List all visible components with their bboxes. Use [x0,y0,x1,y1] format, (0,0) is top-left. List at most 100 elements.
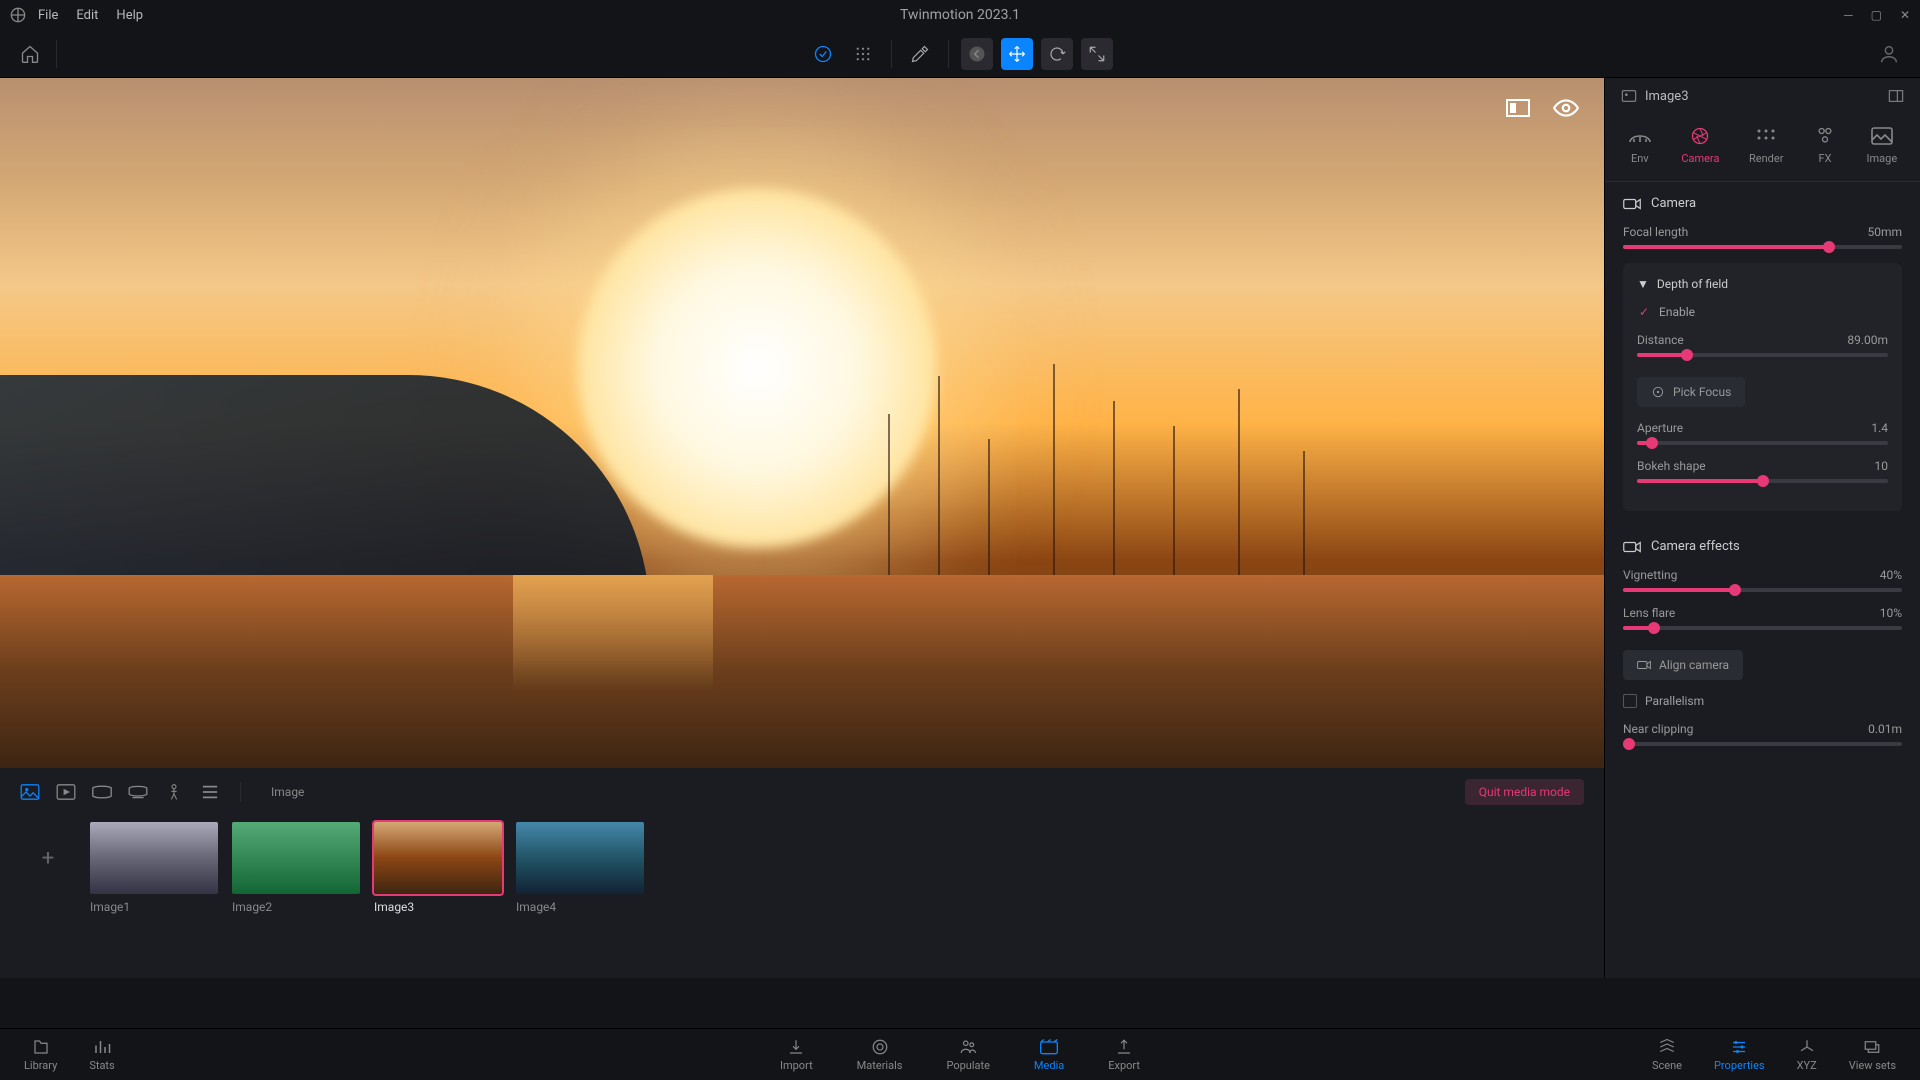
tab-image[interactable]: Image [1867,126,1898,165]
populate-icon [958,1038,978,1056]
thumbnail-label: Image2 [232,900,360,914]
thumbnail-label: Image1 [90,900,218,914]
minimize-icon[interactable]: ─ [1844,8,1853,22]
thumbnail-image4[interactable]: Image4 [516,822,644,914]
properties-title: Image3 [1645,89,1880,104]
video-media-icon[interactable] [56,784,76,800]
list-media-icon[interactable] [200,784,220,800]
presenter-media-icon[interactable] [164,784,184,800]
effects-section-header: Camera effects [1651,539,1740,554]
properties-icon [1729,1038,1749,1056]
move-tool-icon[interactable] [1001,38,1033,70]
vignetting-value: 40% [1880,568,1902,582]
visibility-eye-icon[interactable] [1552,94,1580,122]
bottombar-xyz[interactable]: XYZ [1797,1038,1817,1072]
collapse-icon[interactable]: ▼ [1637,277,1649,291]
parallelism-label: Parallelism [1645,694,1704,708]
menu-file[interactable]: File [38,8,58,23]
xyz-icon [1797,1038,1817,1056]
rotate-tool-icon[interactable] [1041,38,1073,70]
camera-section-header: Camera [1651,196,1696,211]
fx-icon [1813,126,1837,146]
dof-header: Depth of field [1657,277,1728,291]
align-camera-button[interactable]: Align camera [1623,650,1743,680]
thumbnail-image3[interactable]: Image3 [374,822,502,914]
bottombar-stats[interactable]: Stats [89,1038,114,1072]
camera-aperture-icon [1688,126,1712,146]
tab-render[interactable]: Render [1749,126,1783,165]
viewport[interactable]: Image Quit media mode + Image1 Image2 Im… [0,78,1604,978]
media-type-label: Image [271,785,304,799]
menu-help[interactable]: Help [116,8,143,23]
image-media-icon[interactable] [20,784,40,800]
pick-focus-button[interactable]: Pick Focus [1637,377,1745,407]
app-logo-icon [10,7,26,23]
panorama-set-media-icon[interactable] [128,784,148,800]
export-icon [1114,1038,1134,1056]
bottom-bar: Library Stats Import Materials Populate … [0,1028,1920,1080]
materials-icon [870,1038,890,1056]
panorama-media-icon[interactable] [92,784,112,800]
tab-camera[interactable]: Camera [1681,126,1719,165]
maximize-icon[interactable]: ▢ [1871,8,1882,22]
focal-length-label: Focal length [1623,225,1688,239]
bottombar-scene[interactable]: Scene [1652,1038,1682,1072]
rendered-scene [0,78,1604,768]
grid-tool-icon[interactable] [847,38,879,70]
add-media-button[interactable]: + [20,822,76,894]
parallelism-checkbox[interactable] [1623,694,1637,708]
enable-checkbox[interactable]: ✓ [1637,305,1651,319]
thumbnail-image2[interactable]: Image2 [232,822,360,914]
library-icon [31,1038,51,1056]
focal-length-slider[interactable] [1623,245,1902,249]
properties-panel: Image3 Env Camera Render FX Image [1604,78,1920,978]
bottombar-populate[interactable]: Populate [946,1038,989,1072]
distance-value: 89.00m [1847,333,1888,347]
bottombar-export[interactable]: Export [1108,1038,1140,1072]
lensflare-slider[interactable] [1623,626,1902,630]
thumbnail-image1[interactable]: Image1 [90,822,218,914]
top-toolbar [0,30,1920,78]
tab-env[interactable]: Env [1628,126,1652,165]
checkmark-tool-icon[interactable] [807,38,839,70]
bokeh-slider[interactable] [1637,479,1888,483]
bokeh-value: 10 [1875,459,1889,473]
quit-media-mode-button[interactable]: Quit media mode [1465,779,1584,805]
bottombar-media[interactable]: Media [1034,1038,1064,1072]
app-title: Twinmotion 2023.1 [900,7,1020,23]
bottombar-library[interactable]: Library [24,1038,57,1072]
bottombar-properties[interactable]: Properties [1714,1038,1765,1072]
bottombar-viewsets[interactable]: View sets [1849,1038,1896,1072]
depth-of-field-group: ▼Depth of field ✓ Enable Distance89.00m … [1623,263,1902,511]
user-icon[interactable] [1878,43,1900,65]
scene-icon [1657,1038,1677,1056]
vignetting-slider[interactable] [1623,588,1902,592]
aperture-value: 1.4 [1871,421,1888,435]
nearclip-slider[interactable] [1623,742,1902,746]
main-menu: File Edit Help [38,8,143,23]
menu-edit[interactable]: Edit [76,8,98,23]
back-tool-icon[interactable] [961,38,993,70]
tab-fx[interactable]: FX [1813,126,1837,165]
render-icon [1754,126,1778,146]
panel-toggle-icon[interactable] [1888,88,1904,104]
nearclip-value: 0.01m [1868,722,1902,736]
image-object-icon [1621,88,1637,104]
scale-tool-icon[interactable] [1081,38,1113,70]
bokeh-label: Bokeh shape [1637,459,1706,473]
bottombar-import[interactable]: Import [780,1038,813,1072]
camera-section-icon [1623,197,1641,211]
close-icon[interactable]: ✕ [1900,8,1910,22]
distance-slider[interactable] [1637,353,1888,357]
bottombar-materials[interactable]: Materials [857,1038,903,1072]
env-icon [1628,126,1652,146]
distance-label: Distance [1637,333,1684,347]
aperture-slider[interactable] [1637,441,1888,445]
focal-length-value: 50mm [1867,225,1902,239]
home-icon[interactable] [20,44,40,64]
aspect-ratio-icon[interactable] [1504,94,1532,122]
eyedropper-tool-icon[interactable] [904,38,936,70]
title-bar: File Edit Help Twinmotion 2023.1 ─ ▢ ✕ [0,0,1920,30]
thumbnail-label: Image3 [374,900,502,914]
aperture-label: Aperture [1637,421,1683,435]
